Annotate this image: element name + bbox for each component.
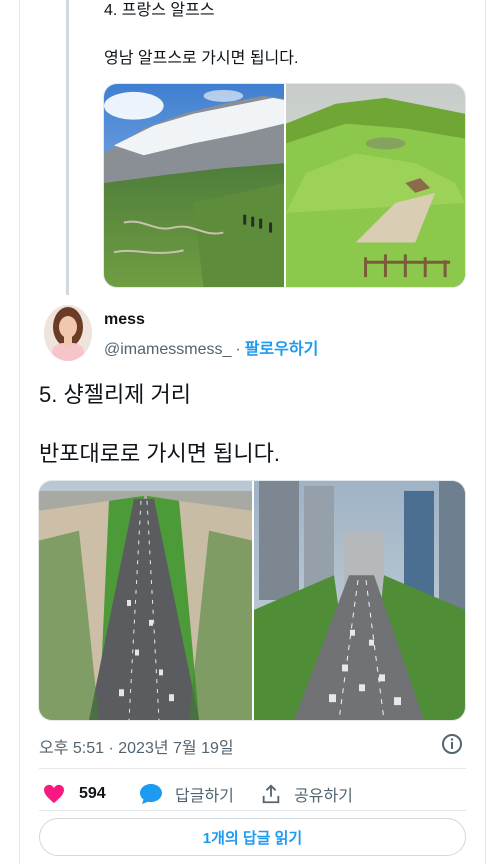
share-button[interactable]: 공유하기 <box>260 780 353 808</box>
share-upload-icon <box>262 784 280 804</box>
reply-label: 답글하기 <box>175 788 234 805</box>
previous-tweet-body: 영남 알프스로 가시면 됩니다. <box>104 50 299 67</box>
divider-bottom <box>39 810 466 811</box>
tweet-text-line-2: 반포대로로 가시면 됩니다. <box>39 441 280 466</box>
tweet-text-line-1: 5. 샹젤리제 거리 <box>39 382 192 407</box>
photo-banpo-daero[interactable] <box>254 481 465 720</box>
read-replies-button[interactable]: 1개의 답글 읽기 <box>39 818 466 856</box>
card-right-border <box>485 0 486 864</box>
photo-alps-mountain[interactable] <box>104 84 284 287</box>
card-left-border <box>19 0 20 864</box>
divider-top <box>39 768 466 769</box>
avatar[interactable] <box>44 305 92 361</box>
author-display-name[interactable]: mess <box>104 311 145 329</box>
like-button[interactable]: 594 <box>43 780 106 808</box>
tweet-media[interactable] <box>38 480 466 721</box>
separator-dot: · <box>235 341 241 358</box>
photo-champs-elysees[interactable] <box>39 481 252 720</box>
heart-icon <box>44 784 64 804</box>
author-handle[interactable]: @imamessmess_ <box>104 341 231 358</box>
tweet-timestamp[interactable]: 오후 5:51 · 2023년 7월 19일 <box>39 734 234 758</box>
previous-tweet-media[interactable] <box>103 83 466 288</box>
follow-button[interactable]: 팔로우하기 <box>245 341 319 358</box>
previous-tweet-title: 4. 프랑스 알프스 <box>104 2 215 19</box>
like-count: 594 <box>79 785 106 802</box>
action-bar: 594 답글하기 공유하기 <box>39 780 466 808</box>
speech-bubble-icon <box>140 784 162 804</box>
thread-connector-line <box>66 0 69 295</box>
share-label: 공유하기 <box>294 788 353 805</box>
reply-button[interactable]: 답글하기 <box>139 780 234 808</box>
author-handle-row: @imamessmess_ · 팔로우하기 <box>104 335 318 359</box>
info-circle-icon[interactable] <box>440 732 464 756</box>
photo-yeongnam-alps[interactable] <box>286 84 465 287</box>
